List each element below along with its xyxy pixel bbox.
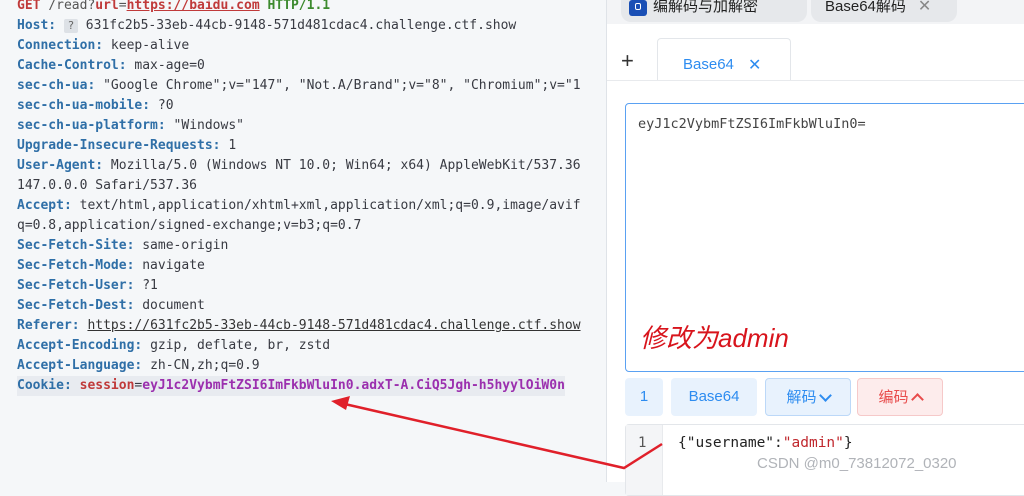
param-name: url [95,0,119,13]
header-value: "Google Chrome";v="147", "Not.A/Brand";v… [103,78,581,93]
chevron-up-icon [910,392,924,406]
header-key: User-Agent: [17,158,104,173]
header-value: ?1 [142,278,158,293]
json-value: "admin" [782,435,844,451]
header-sec-fetch-site: Sec-Fetch-Site: same-origin [17,236,228,256]
header-key: Upgrade-Insecure-Requests: [17,138,221,153]
header-key: sec-ch-ua-mobile: [17,98,151,113]
tab-encode-decode[interactable]: 编解码与加解密 [621,0,807,22]
header-sec-ch-ua-platform: sec-ch-ua-platform: "Windows" [17,116,244,136]
json-colon: : [774,435,783,451]
path: /read? [48,0,96,13]
header-value: 147.0.0.0 Safari/537.36 [17,178,198,193]
json-key: "username" [686,435,775,451]
tab-label: 编解码与加解密 [653,0,759,15]
header-cookie[interactable]: Cookie: session=eyJ1c2VybmFtZSI6ImFkbWlu… [17,376,565,396]
line-gutter: 1 [626,425,663,495]
header-value: ?0 [157,98,174,113]
watermark: CSDN @m0_73812072_0320 [757,455,957,472]
line-number: 1 [638,435,647,451]
header-value: 1 [228,138,237,153]
header-value: gzip, deflate, br, zstd [150,338,331,353]
header-upgrade: Upgrade-Insecure-Requests: 1 [17,136,236,156]
help-badge[interactable]: ? [63,18,78,33]
annotation-text: 修改为admin [640,323,789,353]
header-value: Mozilla/5.0 (Windows NT 10.0; Win64; x64… [110,158,581,173]
param-eq: = [118,0,127,13]
tab-base64[interactable]: Base64 ✕ [657,38,791,81]
header-key: Accept-Encoding: [17,338,143,353]
header-host: Host: ? 631fc2b5-33eb-44cb-9148-571d481c… [17,16,516,36]
decode-label: 解码 [786,389,817,406]
lock-icon [629,0,647,16]
header-referer: Referer: https://631fc2b5-33eb-44cb-9148… [17,316,581,336]
header-key: Cache-Control: [17,58,127,73]
header-key: Sec-Fetch-Dest: [17,298,135,313]
header-accept-language: Accept-Language: zh-CN,zh;q=0.9 [17,356,260,376]
param-value: https://baidu.com [126,0,260,13]
header-value: q=0.8,application/signed-exchange;v=b3;q… [17,218,362,233]
header-sec-fetch-dest: Sec-Fetch-Dest: document [17,296,205,316]
header-cache-control: Cache-Control: max-age=0 [17,56,205,76]
header-key: Referer: [17,318,80,333]
close-icon[interactable]: ✕ [918,0,931,15]
header-key: Accept-Language: [17,358,143,373]
header-value: document [142,298,205,313]
header-accept-cont: q=0.8,application/signed-exchange;v=b3;q… [17,216,361,236]
header-value: keep-alive [110,38,190,53]
protocol: HTTP/1.1 [267,0,331,13]
input-text: eyJ1c2VybmFtZSI6ImFkbWluIn0= [638,116,866,132]
tab-base64-decode[interactable]: Base64解码 ✕ [811,0,957,22]
header-value[interactable]: https://631fc2b5-33eb-44cb-9148-571d481c… [87,318,580,333]
count-button[interactable]: 1 [625,378,663,416]
header-key: Sec-Fetch-Site: [17,238,135,253]
request-line: GET /read?url=https://baidu.com HTTP/1.1 [17,0,330,16]
header-value: text/html,application/xhtml+xml,applicat… [79,198,581,213]
chevron-down-icon [818,388,832,402]
header-value: navigate [142,258,205,273]
base64-button[interactable]: Base64 [671,378,757,416]
method: GET [17,0,41,13]
header-value: zh-CN,zh;q=0.9 [150,358,260,373]
header-sec-ch-ua-mobile: sec-ch-ua-mobile: ?0 [17,96,174,116]
header-value: same-origin [142,238,229,253]
decode-button[interactable]: 解码 [765,378,851,416]
header-key: Sec-Fetch-User: [17,278,135,293]
header-accept: Accept: text/html,application/xhtml+xml,… [17,196,581,216]
http-request-editor[interactable]: GET /read?url=https://baidu.com HTTP/1.1… [0,0,606,482]
cookie-value: eyJ1c2VybmFtZSI6ImFkbWluIn0.adxT-A.CiQ5J… [142,378,565,393]
brace-close: } [843,435,853,451]
output-text: {"username":"admin"} [678,435,853,451]
divider [607,80,1024,81]
header-key: Cookie: [17,378,72,393]
add-tab-button[interactable]: + [621,50,634,72]
brace-open: { [678,435,687,451]
encode-button[interactable]: 编码 [857,378,943,416]
input-textarea[interactable]: eyJ1c2VybmFtZSI6ImFkbWluIn0= 修改为admin [625,103,1024,372]
header-key: Connection: [17,38,104,53]
tab-label: Base64解码 [825,0,906,15]
header-value: 631fc2b5-33eb-44cb-9148-571d481cdac4.cha… [85,18,517,33]
header-connection: Connection: keep-alive [17,36,189,56]
tab-label: Base64 [683,56,734,73]
header-user-agent: User-Agent: Mozilla/5.0 (Windows NT 10.0… [17,156,581,176]
cookie-name: session [79,378,135,393]
encode-label: 编码 [878,389,909,406]
header-key: sec-ch-ua: [17,78,96,93]
decoder-panel: 编解码与加解密 Base64解码 ✕ + Base64 ✕ eyJ1c2VybmF… [606,0,1024,496]
header-key: Sec-Fetch-Mode: [17,258,135,273]
header-sec-fetch-user: Sec-Fetch-User: ?1 [17,276,158,296]
header-value: max-age=0 [134,58,205,73]
header-user-agent-cont: 147.0.0.0 Safari/537.36 [17,176,197,196]
header-accept-encoding: Accept-Encoding: gzip, deflate, br, zstd [17,336,330,356]
header-key: sec-ch-ua-platform: [17,118,166,133]
header-key: Accept: [17,198,72,213]
header-sec-fetch-mode: Sec-Fetch-Mode: navigate [17,256,205,276]
header-sec-ch-ua: sec-ch-ua: "Google Chrome";v="147", "Not… [17,76,581,96]
close-icon[interactable]: ✕ [748,55,761,75]
panel-tabbar: 编解码与加解密 Base64解码 ✕ [607,0,1024,24]
header-key: Host: [17,18,57,33]
header-value: "Windows" [173,118,244,133]
